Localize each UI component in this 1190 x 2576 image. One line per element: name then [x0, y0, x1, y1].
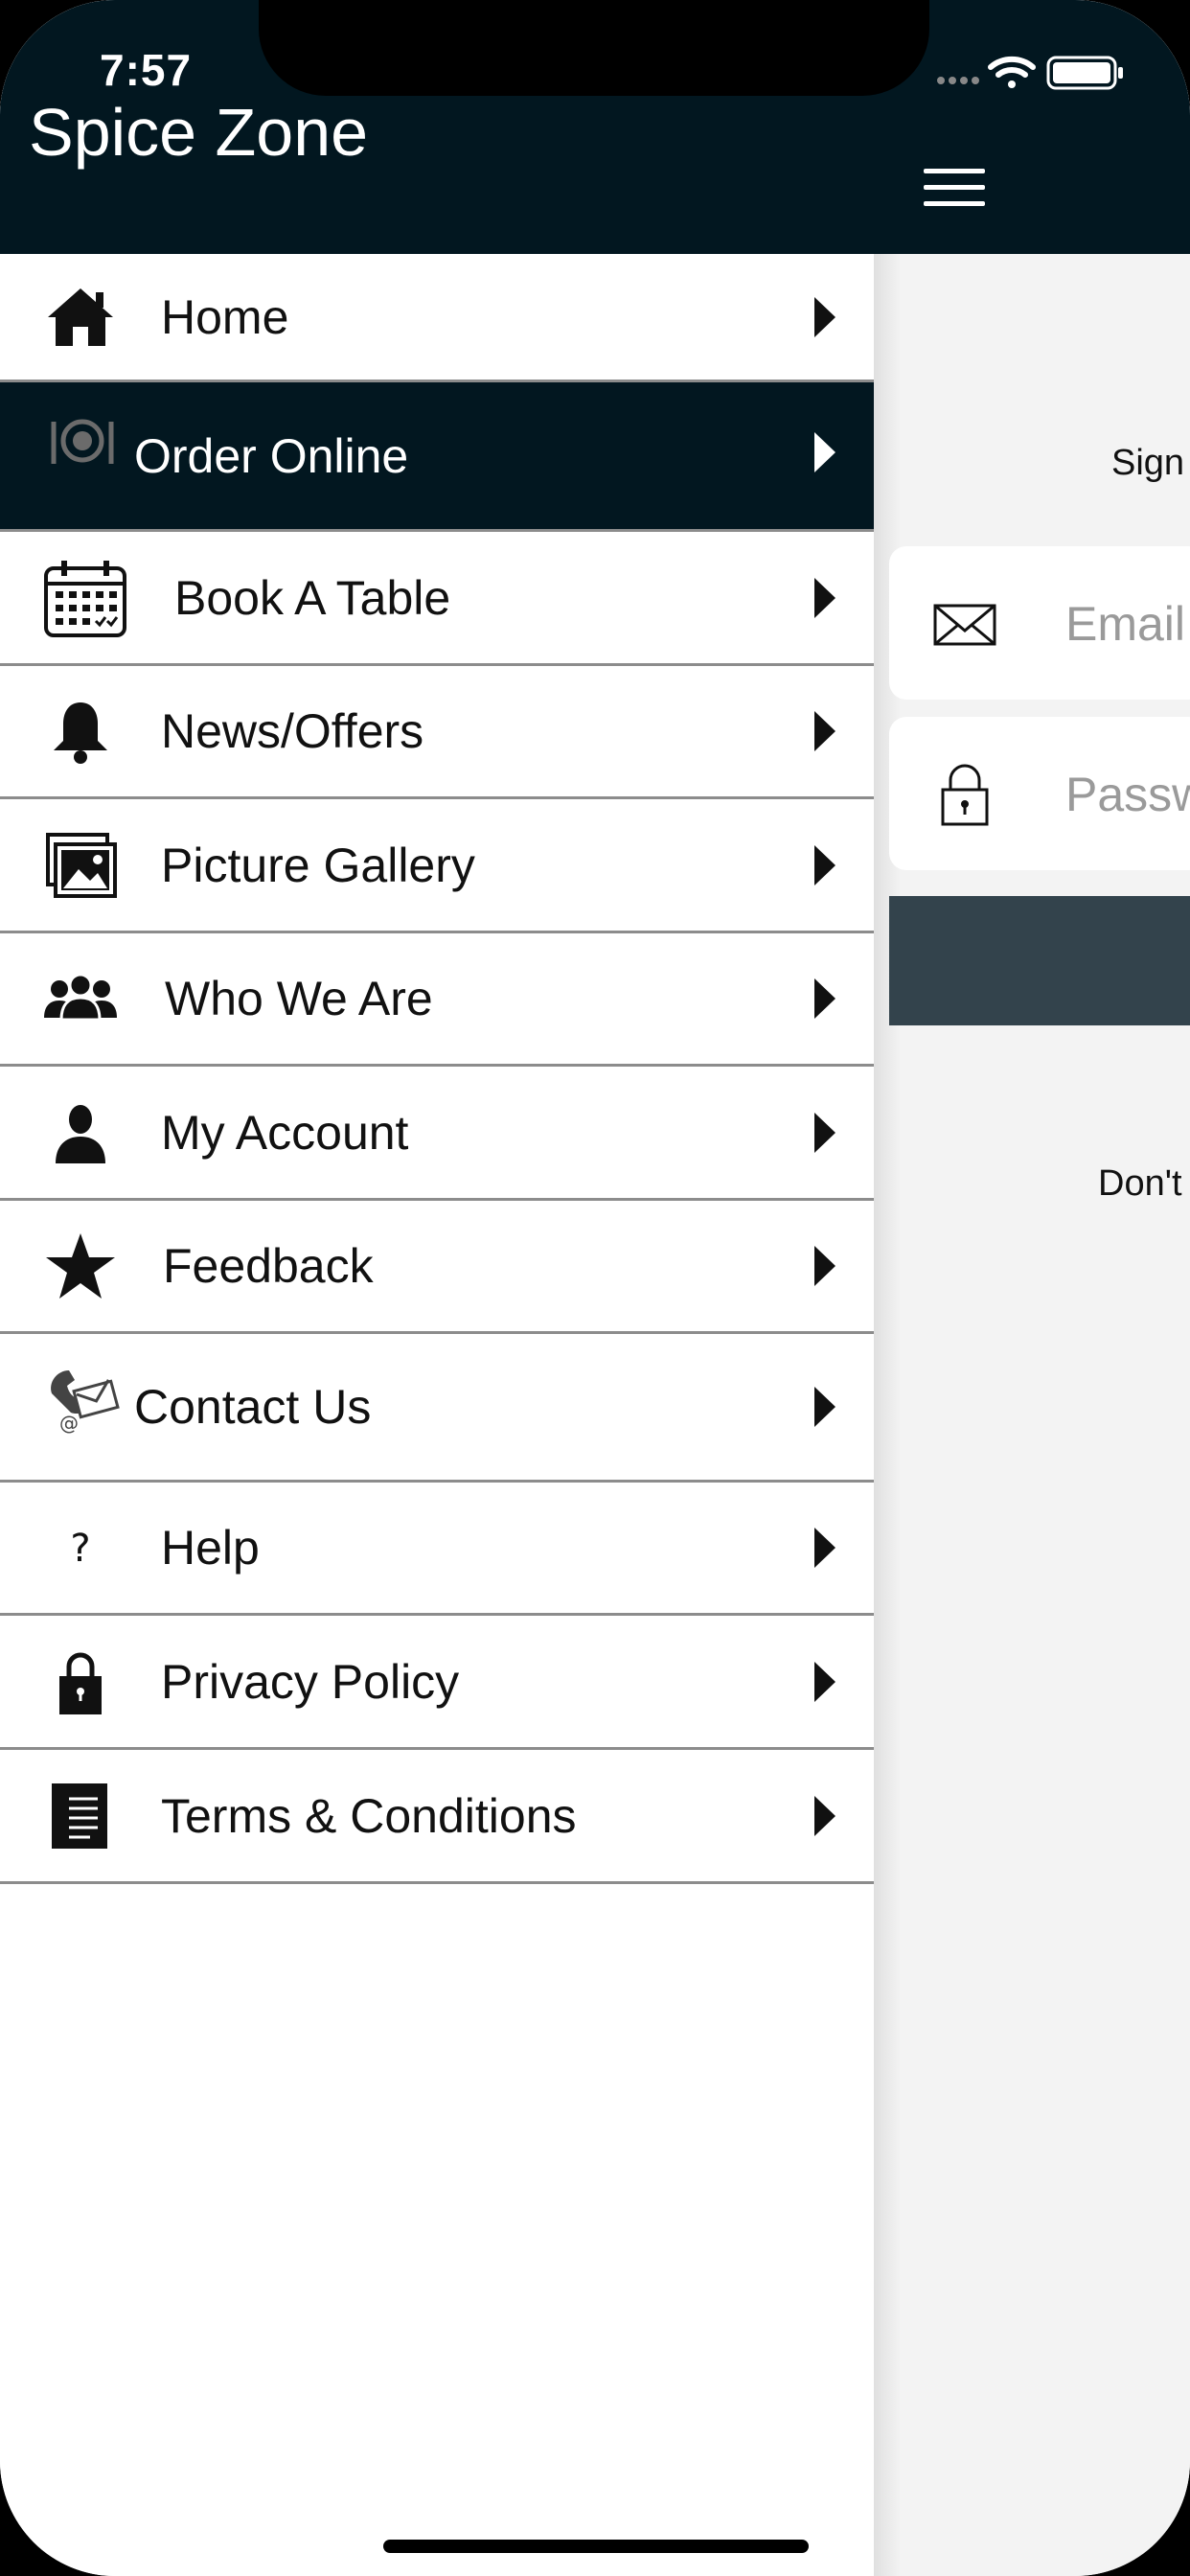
signup-prompt: Don't — [1098, 1163, 1182, 1204]
star-icon — [46, 1233, 115, 1299]
menu-item-label: Home — [161, 289, 289, 344]
phone-screen: Sign Email Passw Don't Spice Zone Home O… — [0, 0, 1190, 2576]
menu-item-home[interactable]: Home — [0, 254, 874, 382]
document-icon — [52, 1782, 107, 1849]
chevron-right-icon — [814, 1112, 835, 1153]
chevron-right-icon — [814, 711, 835, 751]
bell-icon — [54, 702, 107, 764]
menu-item-label: Feedback — [163, 1239, 374, 1293]
status-time: 7:57 — [100, 45, 193, 95]
menu-item-book-a-table[interactable]: Book A Table — [0, 532, 874, 666]
padlock-icon — [941, 764, 989, 826]
menu-item-privacy-policy[interactable]: Privacy Policy — [0, 1616, 874, 1750]
chevron-right-icon — [814, 1795, 835, 1836]
menu-item-picture-gallery[interactable]: Picture Gallery — [0, 799, 874, 933]
calendar-icon — [44, 560, 126, 637]
status-icons — [937, 56, 1123, 90]
sign-in-heading: Sign — [1111, 443, 1185, 483]
navigation-drawer: Spice Zone Home Order Online Book A Tabl… — [0, 0, 874, 2576]
phone-mail-icon: @ — [51, 1370, 120, 1434]
chevron-right-icon — [814, 844, 835, 886]
password-field[interactable]: Passw — [889, 717, 1190, 870]
menu-item-feedback[interactable]: Feedback — [0, 1201, 874, 1334]
wifi-icon — [988, 56, 1036, 88]
menu-item-who-we-are[interactable]: Who We Are — [0, 933, 874, 1067]
menu-item-label: Terms & Conditions — [161, 1788, 577, 1843]
question-icon: ? — [70, 1527, 90, 1571]
chevron-right-icon — [814, 978, 835, 1019]
menu-item-contact-us[interactable]: @ Contact Us — [0, 1334, 874, 1483]
chevron-right-icon — [814, 432, 835, 473]
email-field[interactable]: Email — [889, 546, 1190, 700]
chevron-right-icon — [814, 296, 835, 337]
menu-item-terms-conditions[interactable]: Terms & Conditions — [0, 1750, 874, 1884]
signal-icon — [937, 77, 979, 84]
plate-cutlery-icon — [51, 419, 114, 465]
device-notch — [259, 0, 929, 96]
lock-icon — [59, 1652, 102, 1714]
user-icon — [56, 1104, 105, 1163]
menu-item-news-offers[interactable]: News/Offers — [0, 666, 874, 799]
menu-item-help[interactable]: ? Help — [0, 1483, 874, 1616]
hamburger-menu-icon[interactable] — [924, 169, 985, 207]
menu-item-label: Book A Table — [174, 570, 451, 625]
svg-text:@: @ — [59, 1412, 79, 1434]
menu-item-my-account[interactable]: My Account — [0, 1067, 874, 1201]
menu-item-order-online[interactable]: Order Online — [0, 382, 874, 532]
chevron-right-icon — [814, 1661, 835, 1702]
chevron-right-icon — [814, 577, 835, 618]
drawer-menu: Home Order Online Book A Table News/Offe… — [0, 254, 874, 1884]
app-title: Spice Zone — [29, 95, 369, 170]
home-indicator[interactable] — [383, 2540, 809, 2553]
menu-item-label: Contact Us — [134, 1380, 372, 1434]
password-placeholder: Passw — [1065, 768, 1190, 821]
menu-item-label: News/Offers — [161, 704, 424, 758]
menu-item-label: Who We Are — [165, 972, 433, 1025]
chevron-right-icon — [814, 1528, 835, 1568]
menu-item-label: Help — [161, 1521, 260, 1575]
login-panel: Sign Email Passw Don't — [874, 0, 1190, 2576]
menu-item-label: Order Online — [134, 428, 409, 483]
chevron-right-icon — [814, 1246, 835, 1286]
home-icon — [48, 288, 113, 346]
menu-item-label: My Account — [161, 1105, 409, 1160]
envelope-icon — [933, 604, 996, 646]
battery-icon — [1046, 56, 1123, 90]
email-placeholder: Email — [1065, 597, 1186, 651]
chevron-right-icon — [814, 1387, 835, 1427]
group-icon — [44, 973, 117, 1022]
menu-item-label: Picture Gallery — [161, 838, 475, 892]
svg-text:?: ? — [70, 1527, 90, 1571]
login-button[interactable] — [889, 896, 1190, 1025]
menu-item-label: Privacy Policy — [161, 1654, 460, 1709]
gallery-icon — [46, 832, 117, 898]
